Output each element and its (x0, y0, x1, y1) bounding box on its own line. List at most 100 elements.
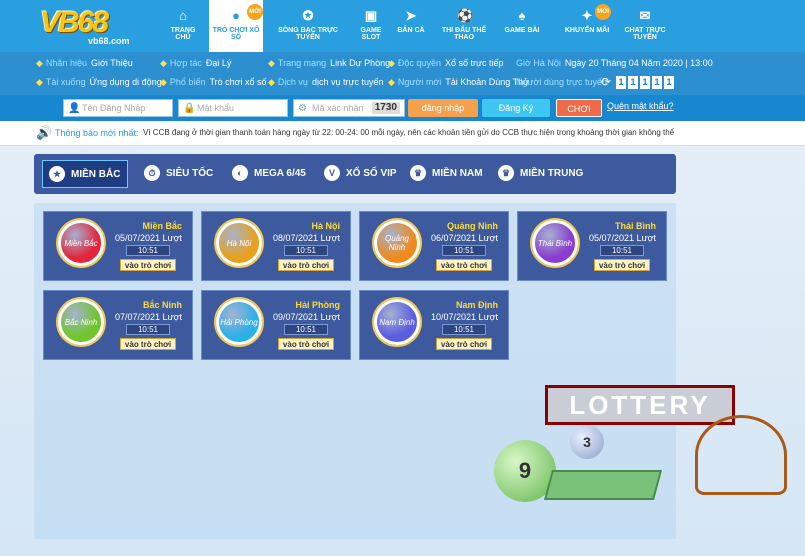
info-key: Phổ biến (169, 77, 206, 87)
notice-label: Thông báo mới nhất: (55, 128, 139, 138)
lottery-icon: ● (232, 8, 240, 23)
tab-label: MIỀN BẮC (71, 169, 121, 180)
info-key: Hợp tác (169, 58, 202, 68)
tab-label: XỔ SỐ VIP (346, 168, 397, 179)
info-value: dịch vụ trực tuyến (311, 77, 384, 87)
tab-label: SIÊU TỐC (166, 168, 214, 179)
nav-label: THI ĐẤU THỂ THAO (441, 27, 487, 41)
info-bar: ◆ Nhãn hiệu Giới Thiệu ◆ Hợp tác Đại Lý ◆ Trang… (0, 52, 805, 95)
tab-label: MIỀN NAM (432, 168, 483, 179)
trial-button[interactable]: CHƠI THỬ (556, 99, 602, 132)
register-button[interactable]: Đăng Ký (482, 99, 550, 117)
refresh-icon[interactable]: ⟳ (601, 75, 611, 89)
tab-icon: V (324, 165, 340, 182)
chat-icon: ✉ (639, 8, 651, 23)
card-time: 10:51 (442, 324, 486, 335)
info-value: Ngày 20 Tháng 04 Năm 2020 | 13:00 (564, 58, 713, 68)
lottery-card[interactable]: Quảng Ninh Quảng Ninh 06/07/2021 Lượt 10… (359, 211, 509, 281)
lottery-card[interactable]: Nam Định Nam Định 10/07/2021 Lượt 10:51 … (359, 290, 509, 360)
play-button[interactable]: vào trò chơi (594, 259, 650, 271)
info-row2-4[interactable]: Người dùng trực tuyến (516, 77, 611, 87)
nav-1[interactable]: ● TRÒ CHƠI XỔ SỐ MỚI (209, 0, 263, 52)
captcha-code[interactable]: 1730 (371, 102, 400, 114)
tab-0[interactable]: ★ MIỀN BẮC (42, 160, 128, 188)
nav-0[interactable]: ⌂ TRANG CHỦ (163, 0, 203, 52)
home-icon: ⌂ (179, 8, 187, 23)
tab-4[interactable]: ♛ MIỀN NAM (410, 160, 483, 188)
logo-brand: VB68 (40, 6, 109, 39)
login-bar: 👤 Tên Đăng Nhập 🔒 Mật khẩu ⚙ Mã xác nhận 173… (0, 95, 805, 132)
nav-label: GAME SLOT (360, 27, 382, 41)
tab-1[interactable]: ⏱ SIÊU TỐC (144, 160, 213, 188)
forgot-password-link[interactable]: Quên mật khẩu? (607, 101, 674, 111)
info-key: Dịch vụ (277, 77, 308, 87)
online-digit: 1 (652, 76, 662, 89)
play-button[interactable]: vào trò chơi (120, 338, 176, 350)
new-badge: MỚI (595, 4, 611, 20)
new-badge: MỚI (247, 4, 263, 20)
card-date: 05/07/2021 Lượt (115, 233, 182, 243)
info-row2-2[interactable]: ◆ Dịch vụ dịch vụ trực tuyến (268, 77, 384, 88)
play-button[interactable]: vào trò chơi (436, 338, 492, 350)
nav-7[interactable]: ✦ KHUYẾN MÃI MỚI (563, 0, 611, 52)
play-button[interactable]: vào trò chơi (436, 259, 492, 271)
nav-5[interactable]: ⚽ THI ĐẤU THỂ THAO (432, 0, 496, 52)
captcha-input[interactable]: ⚙ Mã xác nhận 1730 (293, 99, 405, 117)
tab-label: MEGA 6/45 (254, 168, 306, 179)
nav-label: BẮN CÁ (397, 27, 425, 34)
password-input[interactable]: 🔒 Mật khẩu (178, 99, 288, 117)
lottery-card[interactable]: Bắc Ninh Bắc Ninh 07/07/2021 Lượt 10:51 … (43, 290, 193, 360)
nav-2[interactable]: ✪ SÒNG BẠC TRỰC TUYẾN (268, 0, 348, 52)
login-button[interactable]: đăng nhập (408, 99, 478, 117)
top-navigation: VB68 vb68.com ⌂ TRANG CHỦ ● TRÒ CHƠI XỔ SỐ M… (0, 0, 805, 52)
lottery-card[interactable]: Hà Nội Hà Nội 08/07/2021 Lượt 10:51 vào … (201, 211, 351, 281)
card-date: 07/07/2021 Lượt (115, 312, 182, 322)
info-row1-3[interactable]: ◆ Độc quyền Xổ số trực tiếp (388, 58, 504, 69)
region-ball-icon: Thái Bình (532, 220, 578, 266)
info-key: Nhãn hiệu (45, 58, 87, 68)
lottery-card[interactable]: Hải Phòng Hải Phòng 09/07/2021 Lượt 10:5… (201, 290, 351, 360)
card-time: 10:51 (284, 245, 328, 256)
tab-2[interactable]: ◐ MEGA 6/45 (232, 160, 306, 188)
heart-icon: ◆ (160, 77, 167, 87)
info-key: Giờ Hà Nội (516, 58, 561, 68)
lottery-card[interactable]: Thái Bình Thái Bình 05/07/2021 Lượt 10:5… (517, 211, 667, 281)
region-ball-icon: Hải Phòng (216, 299, 262, 345)
region-ball-icon: Bắc Ninh (58, 299, 104, 345)
info-row1-1[interactable]: ◆ Hợp tác Đại Lý (160, 58, 231, 69)
nav-label: TRANG CHỦ (170, 27, 196, 41)
lottery-cage-decoration (695, 415, 787, 495)
info-row2-0[interactable]: ◆ Tải xuống Ứng dụng di động (36, 77, 162, 88)
cards-icon: ♠ (518, 8, 526, 23)
card-name: Bắc Ninh (142, 300, 182, 310)
tab-icon: ♛ (498, 165, 514, 182)
card-name: Quảng Ninh (447, 221, 498, 231)
region-ball-icon: Quảng Ninh (374, 220, 420, 266)
tab-3[interactable]: V XỔ SỐ VIP (324, 160, 397, 188)
info-row2-3[interactable]: ◆ Người mới Tải Khoản Dùng Thử (388, 77, 529, 88)
nav-6[interactable]: ♠ GAME BÀI (502, 0, 542, 52)
info-row2-1[interactable]: ◆ Phổ biến Trò chơi xổ số (160, 77, 267, 88)
info-row1-0[interactable]: ◆ Nhãn hiệu Giới Thiệu (36, 58, 133, 69)
user-icon: 👤 (68, 103, 81, 114)
lottery-card[interactable]: Miền Bắc Miền Bắc 05/07/2021 Lượt 10:51 … (43, 211, 193, 281)
info-row1-2[interactable]: ◆ Trang mạng Link Dự Phòng (268, 58, 390, 69)
nav-4[interactable]: ➤ BẮN CÁ (393, 0, 429, 52)
vb68-logo[interactable]: VB68 vb68.com (38, 4, 148, 48)
card-name: Hải Phòng (295, 300, 341, 310)
fish-icon: ➤ (405, 8, 417, 23)
info-row1-4[interactable]: Giờ Hà Nội Ngày 20 Tháng 04 Năm 2020 | 13… (516, 58, 713, 68)
card-date: 05/07/2021 Lượt (589, 233, 656, 243)
tab-5[interactable]: ♛ MIỀN TRUNG (498, 160, 583, 188)
play-button[interactable]: vào trò chơi (120, 259, 176, 271)
play-button[interactable]: vào trò chơi (278, 338, 334, 350)
card-name: Miền Bắc (142, 221, 182, 231)
nav-8[interactable]: ✉ CHAT TRỰC TUYẾN (615, 0, 675, 52)
username-input[interactable]: 👤 Tên Đăng Nhập (63, 99, 173, 117)
play-button[interactable]: vào trò chơi (278, 259, 334, 271)
info-key: Người dùng trực tuyến (516, 77, 607, 87)
tab-icon: ♛ (410, 165, 426, 182)
lock-icon: 🔒 (183, 103, 196, 114)
nav-3[interactable]: ▣ GAME SLOT (351, 0, 391, 52)
card-date: 10/07/2021 Lượt (431, 312, 498, 322)
